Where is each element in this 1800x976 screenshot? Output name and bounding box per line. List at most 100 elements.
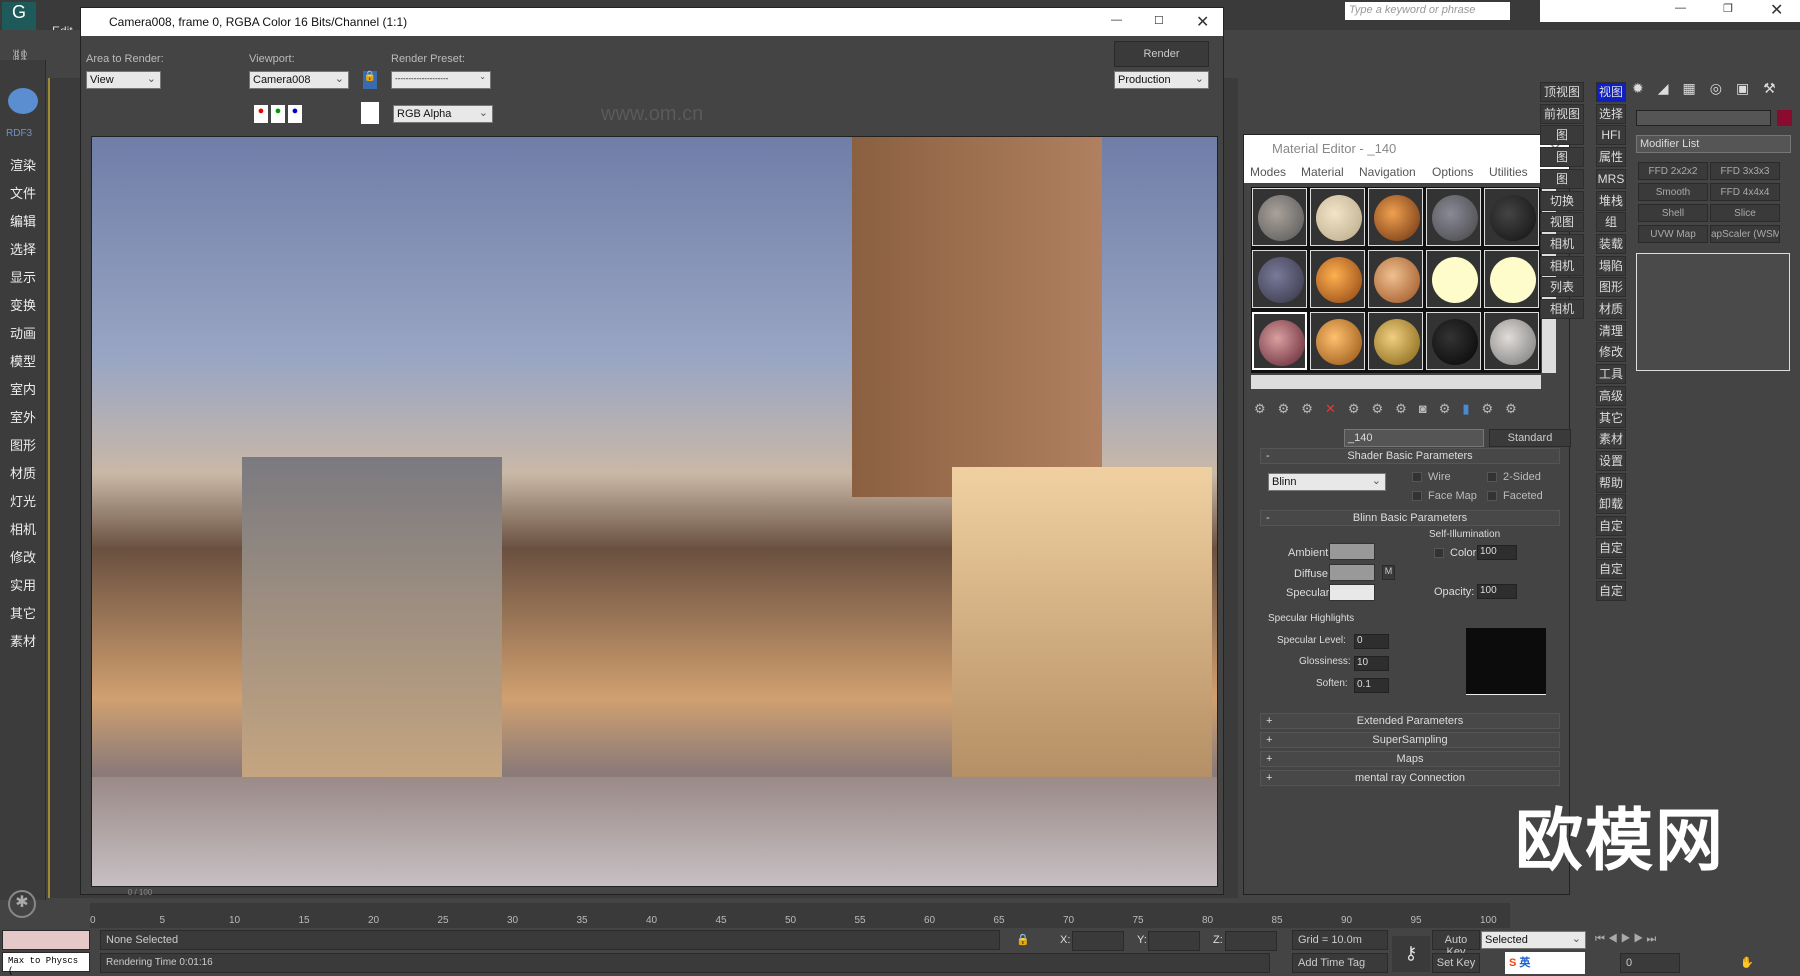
sidebar-item[interactable]: 相机 [0,519,46,538]
modifier-button[interactable]: Smooth [1638,183,1708,201]
x-coordinate-field[interactable] [1072,931,1124,951]
script-button[interactable]: 堆栈 [1596,190,1626,211]
self-illum-spinner[interactable]: 100 [1477,545,1517,560]
script-button[interactable]: 视图 [1540,212,1584,233]
script-button[interactable]: 相机 [1540,299,1584,319]
minimize-button[interactable]: — [1111,14,1122,26]
ambient-swatch[interactable] [1329,543,1375,560]
sidebar-item[interactable]: 模型 [0,351,46,370]
script-button[interactable]: 选择 [1596,103,1626,124]
sidebar-item[interactable]: 显示 [0,267,46,286]
shader-rollout[interactable]: - Shader Basic Parameters [1260,448,1560,464]
script-button[interactable]: 自定 [1596,516,1626,536]
script-button[interactable]: 图形 [1596,277,1626,298]
sidebar-item[interactable]: 编辑 [0,211,46,230]
glossiness-spinner[interactable]: 10 [1354,656,1389,671]
script-button[interactable]: 前视图 [1540,103,1584,124]
supersampling-rollout[interactable]: + SuperSampling [1260,732,1560,748]
scrollbar-horizontal[interactable] [1251,375,1541,389]
lock-icon[interactable]: 🔒 [363,71,377,89]
material-slot[interactable] [1368,188,1423,246]
modifier-button[interactable]: Shell [1638,204,1708,222]
sidebar-item[interactable]: 变换 [0,295,46,314]
script-button[interactable]: 塌陷 [1596,255,1626,276]
self-illum-color-checkbox[interactable]: Color [1434,547,1476,559]
script-button[interactable]: 其它 [1596,407,1626,428]
close-button[interactable]: ✕ [1770,0,1783,20]
material-name-field[interactable]: _140 [1344,429,1484,447]
red-channel-button[interactable]: ● [254,105,268,123]
script-button[interactable]: 高级 [1596,385,1626,406]
render-button[interactable]: Render [1114,41,1209,67]
modifier-button[interactable]: FFD 2x2x2 [1638,162,1708,180]
pan-icon[interactable]: ✋ [1740,956,1754,969]
script-button[interactable]: 相机 [1540,233,1584,254]
wire-checkbox[interactable]: Wire [1412,471,1451,483]
menu-modes[interactable]: Modes [1250,165,1286,179]
sidebar-item[interactable]: 材质 [0,463,46,482]
specular-swatch[interactable] [1329,584,1375,601]
sidebar-item[interactable]: 图形 [0,435,46,454]
material-slot[interactable] [1368,250,1423,308]
script-button[interactable]: 自定 [1596,581,1626,602]
mental-ray-rollout[interactable]: + mental ray Connection [1260,770,1560,786]
script-button[interactable]: 属性 [1596,147,1626,168]
material-slot[interactable] [1426,312,1481,370]
green-channel-button[interactable]: ● [271,105,285,123]
listener-text[interactable]: Max to Physcs ( [2,952,90,976]
script-button[interactable]: 自定 [1596,537,1626,558]
sidebar-item[interactable]: 其它 [0,603,46,622]
object-name-field[interactable] [1636,110,1771,126]
script-button[interactable]: 工具 [1596,364,1626,385]
script-button[interactable]: 素材 [1596,429,1626,450]
menu-navigation[interactable]: Navigation [1359,165,1416,179]
script-button[interactable]: 列表 [1540,277,1584,298]
spec-level-spinner[interactable]: 0 [1354,634,1389,649]
script-button[interactable]: 卸载 [1596,494,1626,515]
opacity-spinner[interactable]: 100 [1477,584,1517,599]
listener-field[interactable] [2,930,90,950]
key-filter-dropdown[interactable]: Selected [1481,931,1586,949]
script-button[interactable]: 图 [1540,147,1584,168]
minimize-button[interactable]: — [1675,2,1686,14]
menu-options[interactable]: Options [1432,165,1473,179]
modifier-button[interactable]: FFD 4x4x4 [1710,183,1780,201]
modifier-stack[interactable] [1636,253,1790,371]
modifier-list-dropdown[interactable]: Modifier List [1636,135,1791,153]
plugin-logo-icon[interactable] [8,88,38,114]
sidebar-item[interactable]: 修改 [0,547,46,566]
command-tabs[interactable]: ✹◢▦◎▣⚒ [1632,80,1797,100]
preset-dropdown[interactable]: -------------------- [391,71,491,89]
y-coordinate-field[interactable] [1148,931,1200,951]
object-color-swatch[interactable] [1777,110,1792,126]
script-button[interactable]: 材质 [1596,299,1626,319]
diffuse-swatch[interactable] [1329,564,1375,581]
modifier-button[interactable]: FFD 3x3x3 [1710,162,1780,180]
soften-spinner[interactable]: 0.1 [1354,678,1389,693]
add-time-tag[interactable]: Add Time Tag [1292,953,1388,973]
viewport-dropdown[interactable]: Camera008 [249,71,349,89]
material-slot[interactable] [1368,312,1423,370]
current-frame-field[interactable]: 0 [1620,953,1680,973]
menu-material[interactable]: Material [1301,165,1344,179]
script-button[interactable]: MRS [1596,168,1626,189]
color-swatch[interactable] [361,102,379,124]
script-button[interactable]: 切换 [1540,190,1584,211]
sidebar-item[interactable]: 室内 [0,379,46,398]
script-button[interactable]: 顶视图 [1540,82,1584,102]
area-dropdown[interactable]: View [86,71,161,89]
sidebar-item[interactable]: 文件 [0,183,46,202]
z-coordinate-field[interactable] [1225,931,1277,951]
sidebar-item[interactable]: 灯光 [0,491,46,510]
material-slot[interactable] [1252,312,1307,370]
settings-icon[interactable]: ✱ [8,890,36,918]
blinn-rollout[interactable]: - Blinn Basic Parameters [1260,510,1560,526]
search-input[interactable]: Type a keyword or phrase [1345,2,1510,20]
close-button[interactable]: ✕ [1196,12,1209,32]
material-slot[interactable] [1426,250,1481,308]
restore-button[interactable]: ❐ [1723,2,1733,15]
sidebar-item[interactable]: 实用 [0,575,46,594]
material-slot[interactable] [1252,188,1307,246]
sidebar-item[interactable]: 选择 [0,239,46,258]
script-button[interactable]: 视图 [1596,82,1626,102]
